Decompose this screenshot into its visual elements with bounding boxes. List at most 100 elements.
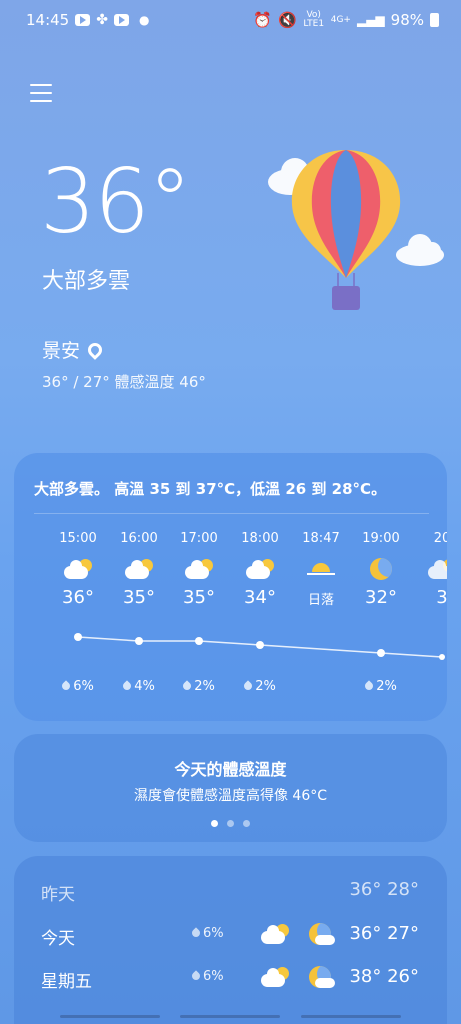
daily-forecast-card[interactable]: 昨天 36° 28° 今天 6% 36° 27° 星期五 6% 38° 26° (14, 856, 447, 1024)
hour-rain: 2% (230, 679, 290, 694)
feels-like-title: 今天的體感溫度 (174, 760, 287, 779)
trend-point (74, 633, 82, 641)
day-temps: 38° 26° (349, 966, 419, 987)
hour-temp: 35° (183, 587, 215, 608)
system-nav-bar (0, 1015, 461, 1018)
day-row-today[interactable]: 今天 6% 36° 27° (14, 914, 447, 954)
partly-cloudy-icon (261, 924, 289, 944)
partly-cloudy-icon (109, 551, 169, 587)
status-time: 14:45 (26, 11, 70, 29)
day-temps: 36° 28° (349, 879, 419, 900)
youtube-icon (75, 14, 91, 26)
temperature-range: 36° / 27° 體感溫度 46° (42, 373, 206, 391)
hour-column: 20 3 (412, 531, 447, 615)
youtube-icon (113, 14, 129, 26)
hamburger-menu-icon[interactable] (30, 84, 52, 106)
hour-column: 16:00 35° 4% (109, 531, 169, 694)
raindrop-icon (181, 680, 193, 692)
feels-like-card[interactable]: 今天的體感溫度 濕度會使體感溫度高得像 46°C (14, 734, 447, 842)
hour-rain: 4% (109, 679, 169, 694)
location-pin-icon (85, 339, 105, 360)
hour-temp: 35° (123, 587, 155, 608)
partly-cloudy-icon (230, 551, 290, 587)
mute-icon: 🔇 (278, 11, 297, 29)
hour-time: 17:00 (180, 531, 218, 546)
rain-chance: 2% (255, 679, 276, 694)
sunset-icon (291, 551, 351, 587)
page-indicator[interactable] (14, 820, 447, 827)
signal-icon: ▂▄▆ (356, 13, 385, 27)
hour-column: 18:47 日落 (291, 531, 351, 615)
battery-icon (430, 13, 439, 27)
location-name: 景安 (42, 340, 81, 362)
hourly-forecast-card[interactable]: 大部多雲。 高溫 35 到 37°C，低溫 26 到 28°C。 15:00 36… (14, 453, 447, 721)
status-bar: 14:45 ✤ ● ⏰ 🔇 Vo) LTE1 4G+ ▂▄▆ 98% (0, 0, 461, 40)
hour-temp: 34° (244, 587, 276, 608)
volte-icon: Vo) LTE1 (303, 10, 325, 29)
rain-chance: 6% (203, 969, 224, 984)
divider (34, 513, 429, 514)
status-right: ⏰ 🔇 Vo) LTE1 4G+ ▂▄▆ 98% (253, 11, 439, 29)
raindrop-icon (190, 927, 202, 939)
temperature-trend-line (74, 633, 445, 660)
moon-icon (351, 551, 411, 587)
rain-chance: 6% (73, 679, 94, 694)
raindrop-icon (121, 680, 133, 692)
hour-time: 15:00 (59, 531, 97, 546)
trend-point (135, 637, 143, 645)
day-row-yesterday[interactable]: 昨天 36° 28° (14, 870, 447, 910)
hour-time: 18:00 (241, 531, 279, 546)
raindrop-icon (363, 680, 375, 692)
raindrop-icon (60, 680, 72, 692)
hour-time: 19:00 (362, 531, 400, 546)
day-temps: 36° 27° (349, 923, 419, 944)
4g-icon: 4G+ (330, 14, 351, 25)
day-row-friday[interactable]: 星期五 6% 38° 26° (14, 957, 447, 997)
rain-chance: 2% (194, 679, 215, 694)
trend-point (439, 654, 445, 660)
partly-cloudy-icon (48, 551, 108, 587)
hour-temp: 36° (62, 587, 94, 608)
status-left: 14:45 ✤ ● (26, 11, 149, 29)
alarm-icon: ⏰ (253, 11, 273, 29)
battery-level: 98% (390, 11, 424, 29)
balloon-basket (332, 286, 360, 310)
hour-rain: 2% (351, 679, 411, 694)
page-dot[interactable] (227, 820, 234, 827)
partly-cloudy-icon (169, 551, 229, 587)
trend-point (195, 637, 203, 645)
page-dot[interactable] (211, 820, 218, 827)
hour-rain: 6% (48, 679, 108, 694)
notification-dot-icon: ● (138, 13, 150, 27)
cloud-icon (396, 234, 444, 266)
current-condition: 大部多雲 (42, 269, 131, 294)
fan-app-icon: ✤ (96, 12, 108, 28)
location[interactable]: 景安 (42, 336, 105, 363)
hour-column: 15:00 36° 6% (48, 531, 108, 694)
day-name: 今天 (41, 929, 75, 949)
partly-cloudy-night-icon (412, 551, 447, 587)
feels-like-subtitle: 濕度會使體感溫度高得像 46°C (133, 788, 328, 804)
hot-air-balloon-illustration (268, 150, 444, 310)
balloon-envelope (291, 150, 401, 278)
nav-home-button[interactable] (180, 1015, 281, 1018)
day-name: 星期五 (41, 972, 92, 992)
raindrop-icon (242, 680, 254, 692)
page-dot[interactable] (243, 820, 250, 827)
nav-back-button[interactable] (300, 1015, 401, 1018)
trend-point (377, 649, 385, 657)
rain-chance: 2% (376, 679, 397, 694)
partly-cloudy-icon (261, 967, 289, 987)
hour-temp: 32° (365, 587, 397, 608)
rain-chance: 6% (203, 926, 224, 941)
hour-temp: 3 (436, 587, 447, 608)
hourly-list[interactable]: 15:00 36° 6% 16:00 35° 4% 17:00 35° 2% 18:00 34° 2%… (14, 531, 447, 711)
hour-temp: 日落 (307, 593, 334, 608)
hour-time: 18:47 (302, 531, 340, 546)
hour-column: 19:00 32° 2% (351, 531, 411, 694)
trend-point (256, 641, 264, 649)
nav-recent-button[interactable] (60, 1015, 161, 1018)
current-temperature: 36° (40, 150, 192, 253)
day-rain: 6% (190, 926, 224, 941)
day-name: 昨天 (41, 885, 75, 905)
